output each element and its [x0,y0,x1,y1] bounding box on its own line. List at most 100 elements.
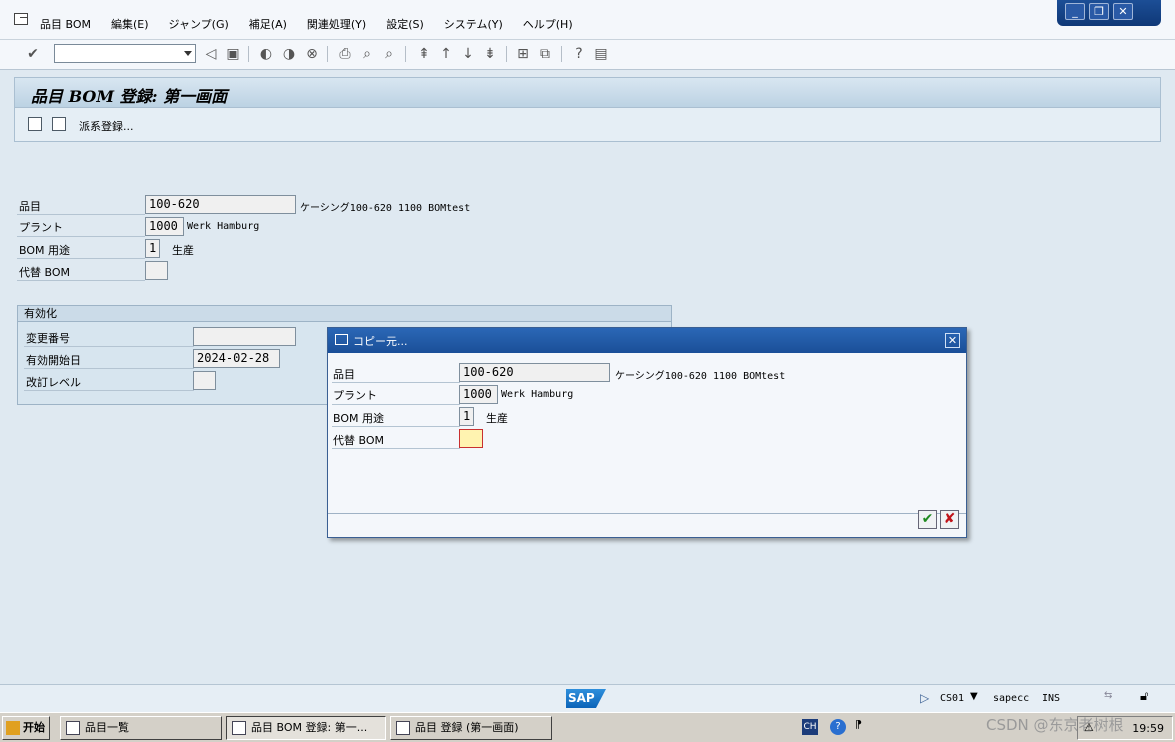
continue-button[interactable]: ✔ [918,510,937,529]
help-icon[interactable]: ? [570,45,588,63]
material-label: 品目 [19,200,41,213]
plant-label: プラント [19,221,63,234]
menu-item-edit[interactable]: 編集(E) [111,16,149,32]
task-material-create[interactable]: 品目 登録 (第一画面) [390,716,552,740]
last-page-icon[interactable]: ⇟ [481,45,499,63]
exit-icon[interactable]: ◑ [280,45,298,63]
cancel-button[interactable]: ✘ [940,510,959,529]
menu-item-extras[interactable]: 補足(A) [249,16,287,32]
dialog-bom-usage-description: 生産 [486,412,508,425]
change-number-label: 変更番号 [26,332,70,345]
dialog-alternative-bom-label: 代替 BOM [333,434,384,447]
alternative-bom-input[interactable] [145,261,168,280]
menu-item-goto[interactable]: ジャンプ(G) [169,16,229,32]
menu-item-environment[interactable]: 関連処理(Y) [307,16,366,32]
dialog-alternative-bom-input[interactable] [459,429,483,448]
valid-from-input[interactable]: 2024-02-28 [193,349,280,368]
dialog-plant-description: Werk Hamburg [501,389,574,400]
dialog-material-input[interactable]: 100-620 [459,363,610,382]
system-tray: 19:59 ⚠ [1077,716,1173,740]
valid-from-label: 有効開始日 [26,354,81,367]
chevron-down-icon[interactable] [184,51,192,56]
windows-taskbar: 开始 品目一覧 品目 BOM 登録: 第一... 品目 登録 (第一画面) CH… [0,712,1175,742]
layout-menu-icon[interactable]: ▤ [592,45,610,63]
first-page-icon[interactable]: ⇞ [415,45,433,63]
task-label: 品目 BOM 登録: 第一... [251,721,368,734]
status-connection-icon: ⇆ [1104,690,1113,701]
find-next-icon[interactable]: ⌕ [380,45,398,63]
cancel-icon[interactable]: ⊗ [303,45,321,63]
copy-from-icon[interactable] [52,117,66,131]
dialog-bom-usage-label: BOM 用途 [333,412,384,425]
bom-usage-description: 生産 [172,244,194,257]
bom-usage-input[interactable]: 1 [145,239,160,258]
dialog-title-bar: コピー元... ✕ [328,328,966,353]
material-description: ケーシング100-620 1100 BOMtest [300,203,471,214]
lock-icon[interactable]: 🔓︎ [1140,689,1148,704]
material-input[interactable]: 100-620 [145,195,296,214]
application-toolbar: 派系登録... [14,108,1161,142]
menu-items: 品目 BOM 編集(E) ジャンプ(G) 補足(A) 関連処理(Y) 設定(S)… [40,16,593,32]
status-expand-icon[interactable]: ▷ [920,691,929,705]
revision-level-label: 改訂レベル [26,376,81,389]
status-system: sapecc [993,693,1030,704]
menu-bar: 品目 BOM 編集(E) ジャンプ(G) 補足(A) 関連処理(Y) 設定(S)… [0,0,1175,40]
close-icon[interactable]: ✕ [1113,3,1133,20]
dialog-plant-input[interactable]: 1000 [459,385,498,404]
ime-options-icon[interactable]: ⁋ [855,718,862,731]
start-button[interactable]: 开始 [2,716,50,740]
validity-group-title: 有効化 [18,306,671,322]
dialog-title: コピー元... [353,335,408,348]
restore-icon[interactable]: ❐ [1089,3,1109,20]
sap-window-icon [232,721,246,735]
hierarchy-icon[interactable] [28,117,42,131]
dialog-material-label: 品目 [333,368,355,381]
sap-window-icon [396,721,410,735]
window-controls: _ ❐ ✕ [1057,0,1161,26]
save-icon[interactable]: ▣ [224,45,242,63]
dialog-window-icon [335,334,348,345]
sap-logo: SAP [566,689,606,708]
ime-help-icon[interactable]: ? [830,719,846,735]
network-icon[interactable]: ⚠ [1084,721,1094,734]
back-icon[interactable]: ◐ [257,45,275,63]
print-icon[interactable]: ⎙ [336,45,354,63]
task-material-list[interactable]: 品目一覧 [60,716,222,740]
dialog-footer-divider [328,513,966,514]
dialog-bom-usage-input[interactable]: 1 [459,407,474,426]
menu-item-system[interactable]: システム(Y) [444,16,503,32]
copy-from-dialog: コピー元... ✕ 品目 100-620 ケーシング100-620 1100 B… [327,327,967,538]
find-icon[interactable]: ⌕ [358,45,376,63]
dialog-plant-label: プラント [333,389,377,402]
status-insert-mode: INS [1042,693,1061,704]
plant-input[interactable]: 1000 [145,217,184,236]
history-back-icon[interactable]: ◁ [202,45,220,63]
menu-item-help[interactable]: ヘルプ(H) [523,16,573,32]
shortcut-icon[interactable]: ⧉ [536,45,554,63]
status-dropdown-icon[interactable]: ▼ [970,691,978,702]
task-bom-create[interactable]: 品目 BOM 登録: 第一... [226,716,386,740]
change-number-input[interactable] [193,327,296,346]
windows-logo-icon [6,721,20,735]
new-session-icon[interactable]: ⊞ [514,45,532,63]
standard-toolbar: ✔ ◁ ▣ ◐ ◑ ⊗ ⎙ ⌕ ⌕ ⇞ ↑ ↓ ⇟ ⊞ ⧉ ? ▤ [0,40,1175,70]
plant-description: Werk Hamburg [187,221,260,232]
status-transaction: CS01 [940,693,965,704]
language-indicator[interactable]: CH [802,719,818,735]
menu-item-settings[interactable]: 設定(S) [386,16,424,32]
revision-level-input[interactable] [193,371,216,390]
system-menu-icon[interactable] [14,13,28,25]
enter-icon[interactable]: ✔ [24,45,42,63]
alternative-bom-label: 代替 BOM [19,266,70,279]
command-field[interactable] [54,44,196,63]
start-button-label: 开始 [23,721,45,734]
dialog-close-icon[interactable]: ✕ [945,333,960,348]
next-page-icon[interactable]: ↓ [459,45,477,63]
sap-window-icon [66,721,80,735]
derive-button[interactable]: 派系登録... [79,118,134,134]
bom-usage-label: BOM 用途 [19,244,70,257]
menu-item-material-bom[interactable]: 品目 BOM [40,16,91,32]
minimize-icon[interactable]: _ [1065,3,1085,20]
previous-page-icon[interactable]: ↑ [437,45,455,63]
screen-title-bar: 品目 BOM 登録: 第一画面 [14,77,1161,108]
